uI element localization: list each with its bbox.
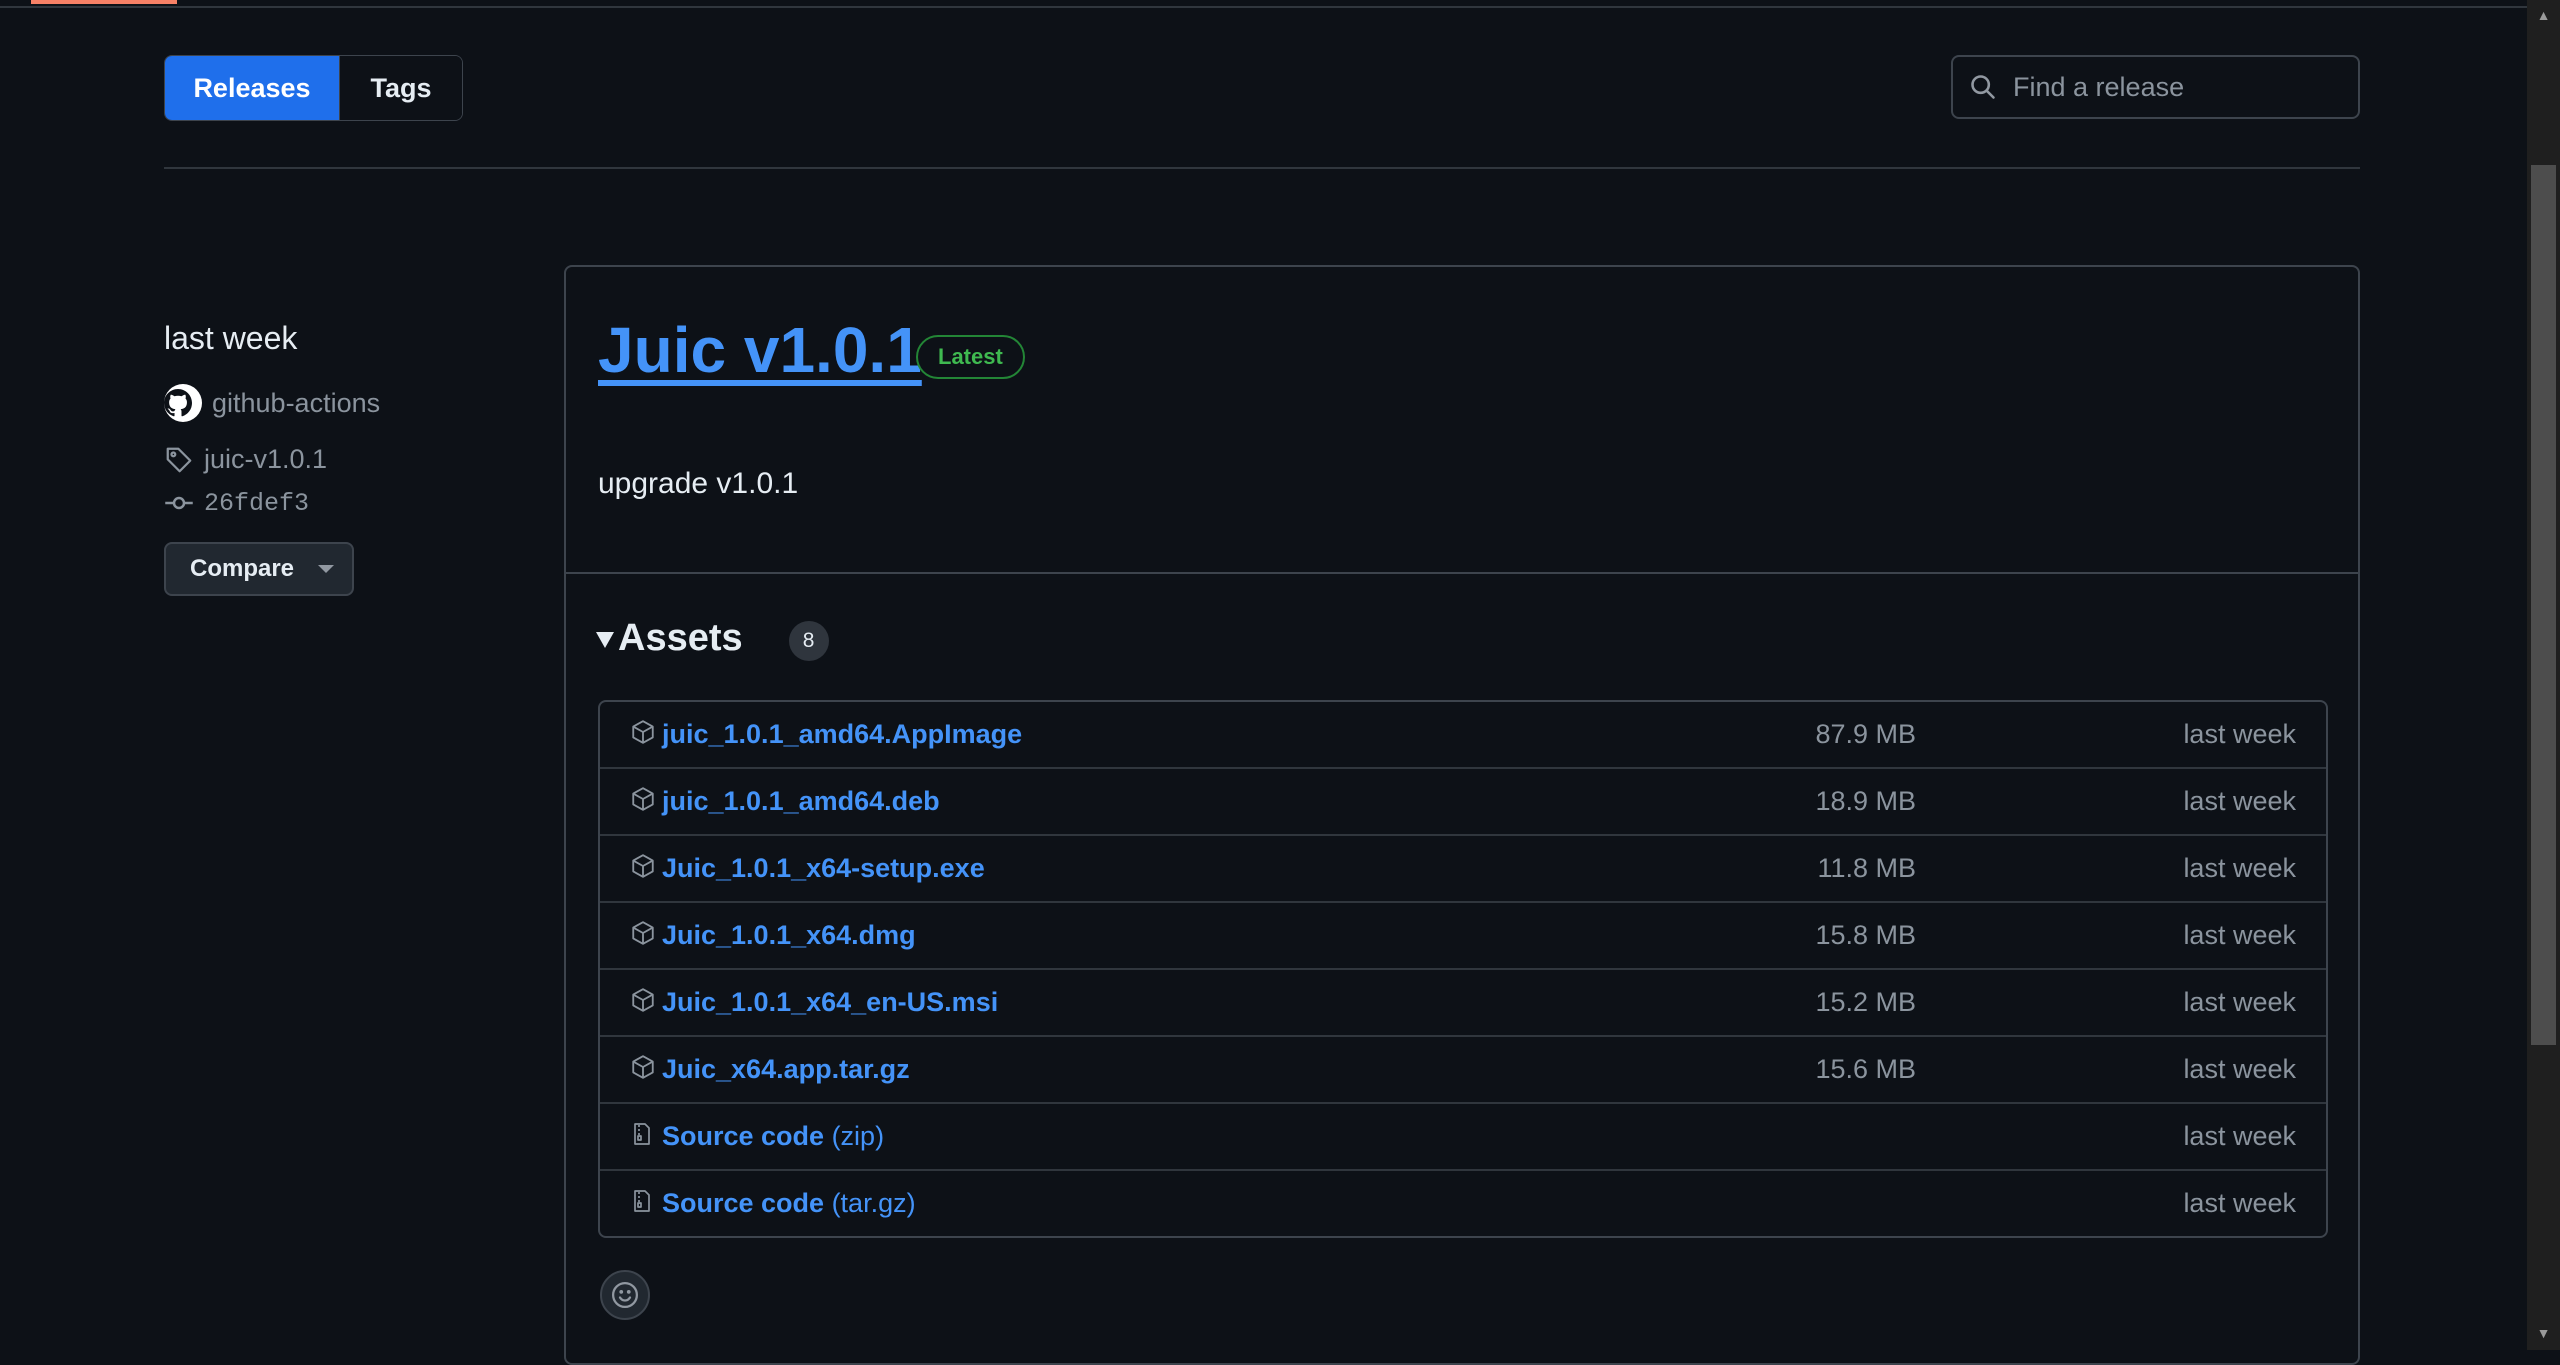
- asset-size: 87.9 MB: [1815, 719, 1916, 749]
- release-notes: upgrade v1.0.1: [598, 467, 799, 500]
- asset-row: Source code (tar.gz) last week: [600, 1169, 2326, 1236]
- commit-sha[interactable]: 26fdef3: [204, 489, 309, 518]
- asset-date: last week: [2183, 1188, 2296, 1218]
- release-commit[interactable]: 26fdef3: [164, 488, 309, 518]
- vertical-scrollbar[interactable]: ▲ ▼: [2527, 0, 2560, 1350]
- asset-link[interactable]: Source code (tar.gz): [662, 1188, 916, 1219]
- package-icon: [630, 852, 656, 885]
- compare-button[interactable]: Compare: [164, 542, 354, 596]
- add-reaction-button[interactable]: [600, 1270, 650, 1320]
- asset-name[interactable]: juic_1.0.1_amd64.AppImage: [662, 719, 1022, 749]
- asset-link[interactable]: juic_1.0.1_amd64.AppImage: [662, 719, 1022, 750]
- release-date: last week: [164, 320, 298, 356]
- asset-date: last week: [2183, 1121, 2296, 1151]
- release-meta: last week github-actions juic-v1.0.1 26f…: [164, 320, 380, 596]
- asset-row: juic_1.0.1_amd64.AppImage 87.9 MB last wee…: [600, 702, 2326, 767]
- asset-link[interactable]: Juic_x64.app.tar.gz: [662, 1054, 910, 1085]
- release-title[interactable]: Juic v1.0.1: [598, 315, 922, 386]
- package-icon: [630, 919, 656, 952]
- release-tag[interactable]: juic-v1.0.1: [164, 444, 327, 475]
- release-search[interactable]: [1951, 55, 2360, 119]
- asset-size: 15.2 MB: [1815, 987, 1916, 1017]
- search-icon: [1971, 75, 1995, 99]
- tag-icon: [166, 447, 192, 472]
- section-divider: [164, 167, 2360, 169]
- active-underline: [31, 0, 177, 4]
- asset-name[interactable]: Juic_1.0.1_x64.dmg: [662, 920, 916, 950]
- asset-name[interactable]: Juic_1.0.1_x64_en-US.msi: [662, 987, 998, 1017]
- asset-name[interactable]: Source code: [662, 1188, 824, 1218]
- release-card: Juic v1.0.1 Latest upgrade v1.0.1 Assets…: [564, 265, 2360, 1365]
- asset-row: juic_1.0.1_amd64.deb 18.9 MB last week: [600, 767, 2326, 834]
- asset-row: Juic_1.0.1_x64_en-US.msi 15.2 MB last week: [600, 968, 2326, 1035]
- tab-tags[interactable]: Tags: [339, 56, 462, 120]
- card-divider: [566, 572, 2358, 574]
- asset-link[interactable]: juic_1.0.1_amd64.deb: [662, 786, 940, 817]
- asset-link[interactable]: Juic_1.0.1_x64.dmg: [662, 920, 916, 951]
- asset-size: 18.9 MB: [1815, 786, 1916, 816]
- github-mark-icon: [164, 389, 192, 417]
- asset-size: 15.8 MB: [1815, 920, 1916, 950]
- asset-suffix[interactable]: (tar.gz): [824, 1188, 916, 1218]
- package-icon: [630, 986, 656, 1019]
- smiley-icon: [612, 1282, 638, 1308]
- avatar: [164, 384, 202, 422]
- assets-count-badge: 8: [788, 621, 829, 661]
- asset-date: last week: [2183, 920, 2296, 950]
- asset-suffix[interactable]: (zip): [824, 1121, 885, 1151]
- releases-tags-nav: Releases Tags: [164, 55, 463, 121]
- commit-icon: [165, 496, 193, 510]
- tab-releases[interactable]: Releases: [165, 56, 339, 120]
- scrollbar-thumb[interactable]: [2531, 165, 2556, 1045]
- asset-size: 11.8 MB: [1817, 853, 1916, 883]
- package-icon: [630, 718, 656, 751]
- asset-name[interactable]: Juic_x64.app.tar.gz: [662, 1054, 910, 1084]
- compare-label: Compare: [190, 555, 295, 582]
- asset-link[interactable]: Juic_1.0.1_x64_en-US.msi: [662, 987, 998, 1018]
- author-name[interactable]: github-actions: [212, 388, 380, 419]
- scroll-down-icon[interactable]: ▼: [2527, 1317, 2560, 1350]
- assets-toggle[interactable]: Assets 8: [596, 615, 829, 661]
- file-zip-icon: [630, 1187, 654, 1220]
- asset-row: Juic_1.0.1_x64-setup.exe 11.8 MB last week: [600, 834, 2326, 901]
- triangle-down-icon: [596, 632, 614, 648]
- asset-date: last week: [2183, 987, 2296, 1017]
- asset-link[interactable]: Source code (zip): [662, 1121, 884, 1152]
- asset-date: last week: [2183, 1054, 2296, 1084]
- scroll-up-icon[interactable]: ▲: [2527, 0, 2560, 33]
- asset-name[interactable]: Juic_1.0.1_x64-setup.exe: [662, 853, 985, 883]
- file-zip-icon: [630, 1120, 654, 1153]
- asset-row: Juic_1.0.1_x64.dmg 15.8 MB last week: [600, 901, 2326, 968]
- package-icon: [630, 785, 656, 818]
- asset-link[interactable]: Juic_1.0.1_x64-setup.exe: [662, 853, 985, 884]
- asset-name[interactable]: Source code: [662, 1121, 824, 1151]
- asset-name[interactable]: juic_1.0.1_amd64.deb: [662, 786, 940, 816]
- tag-name[interactable]: juic-v1.0.1: [204, 444, 327, 475]
- package-icon: [630, 1053, 656, 1086]
- chevron-down-icon: [318, 565, 335, 573]
- asset-row: Source code (zip) last week: [600, 1102, 2326, 1169]
- asset-row: Juic_x64.app.tar.gz 15.6 MB last week: [600, 1035, 2326, 1102]
- asset-size: 15.6 MB: [1815, 1054, 1916, 1084]
- search-input[interactable]: [2011, 70, 2345, 104]
- asset-date: last week: [2183, 719, 2296, 749]
- asset-date: last week: [2183, 853, 2296, 883]
- release-author[interactable]: github-actions: [164, 384, 380, 422]
- assets-title: Assets: [618, 616, 743, 659]
- header-bottom-border: [0, 0, 2527, 8]
- assets-list: juic_1.0.1_amd64.AppImage 87.9 MB last wee…: [598, 700, 2328, 1238]
- latest-badge: Latest: [916, 335, 1025, 379]
- asset-date: last week: [2183, 786, 2296, 816]
